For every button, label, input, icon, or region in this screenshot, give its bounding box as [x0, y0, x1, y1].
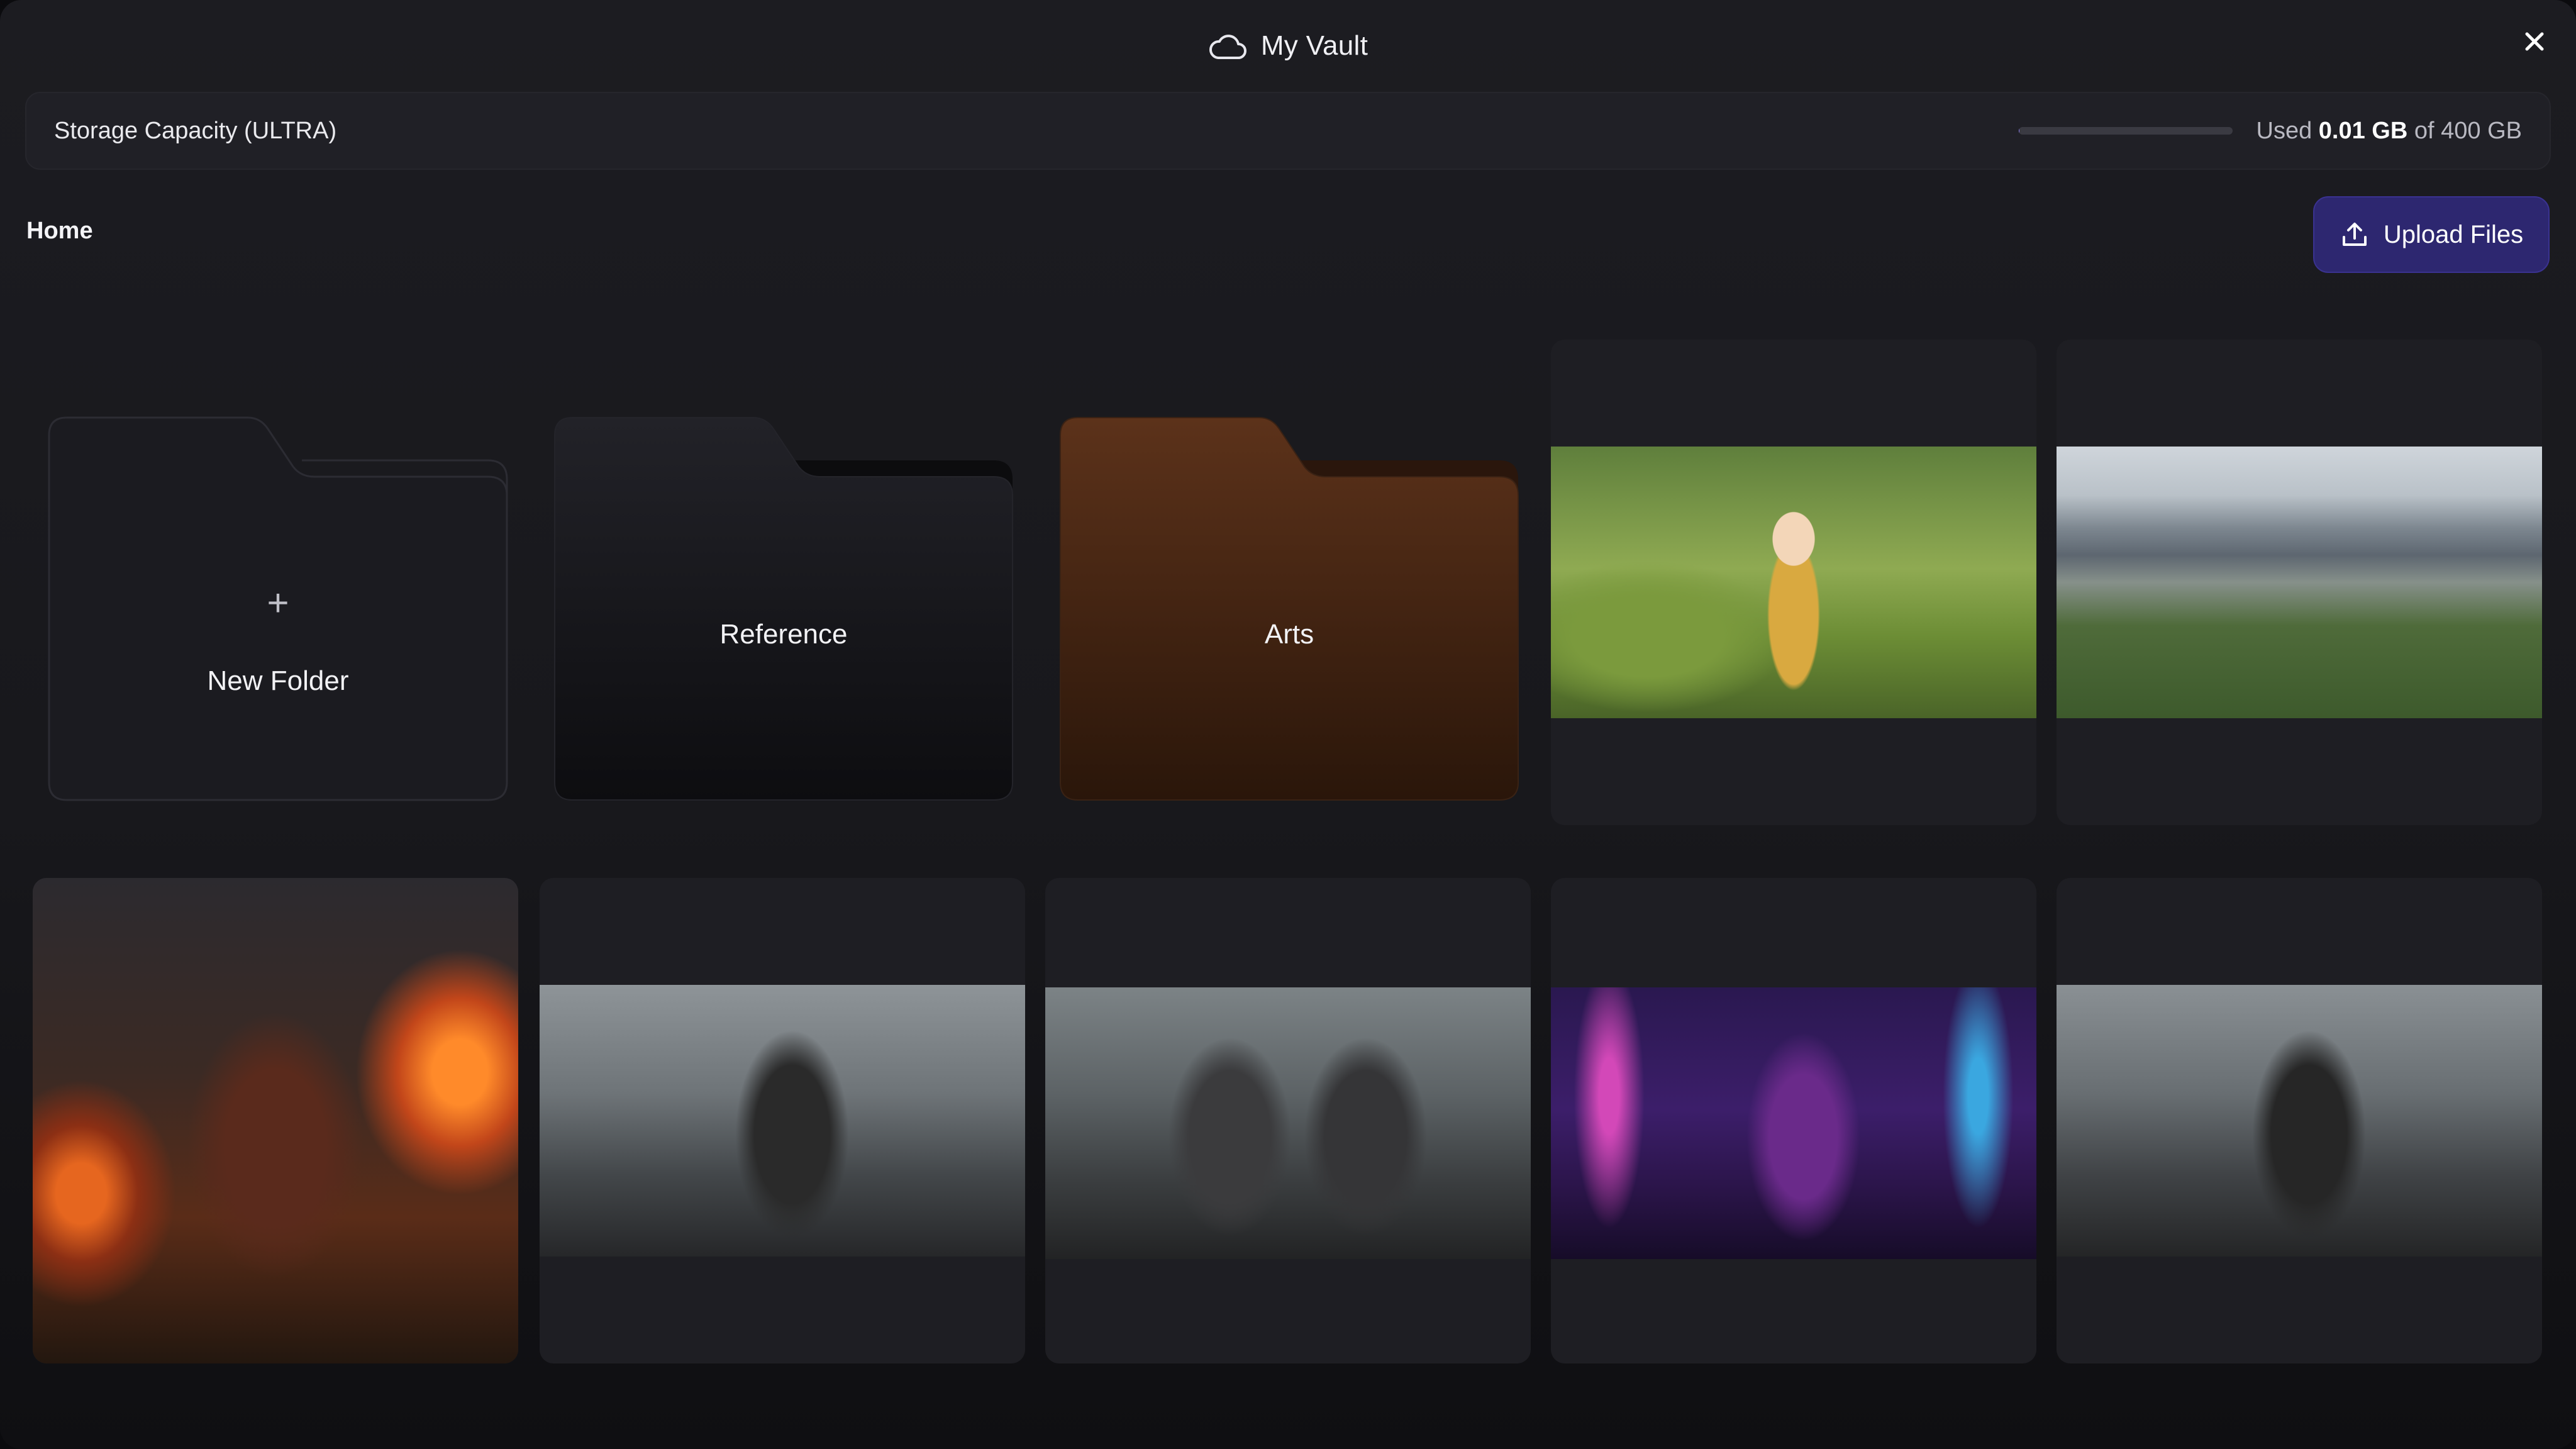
storage-usage-group: Used 0.01 GB of 400 GB	[2018, 118, 2523, 145]
image-thumbnail	[33, 878, 518, 1363]
folder-arts[interactable]: Arts	[1059, 416, 1519, 801]
storage-capacity-bar: Storage Capacity (ULTRA) Used 0.01 GB of…	[25, 92, 2551, 170]
close-icon	[2525, 32, 2544, 51]
upload-files-button[interactable]: Upload Files	[2313, 196, 2550, 273]
upload-icon	[2342, 223, 2367, 246]
folder-reference[interactable]: Reference	[553, 416, 1014, 801]
image-card-samurai-fire[interactable]	[33, 878, 518, 1363]
usage-value: 0.01 GB	[2318, 117, 2408, 144]
vault-window: My Vault Storage Capacity (ULTRA) Used 0…	[0, 0, 2576, 1449]
image-card-neon-city-woman[interactable]	[1551, 878, 2036, 1363]
new-folder-tile[interactable]: + New Folder	[48, 416, 508, 801]
folder-icon	[1060, 417, 1519, 801]
image-thumbnail	[1551, 447, 2036, 718]
window-title-group: My Vault	[0, 25, 2576, 67]
storage-usage-text: Used 0.01 GB of 400 GB	[2257, 118, 2523, 145]
plus-icon: +	[267, 582, 289, 624]
cloud-icon	[1209, 35, 1246, 59]
image-thumbnail	[2057, 985, 2542, 1257]
folder-arts-label: Arts	[1264, 619, 1314, 650]
image-thumbnail	[1045, 987, 1531, 1259]
image-card-girl-in-garden[interactable]	[1551, 340, 2036, 825]
folder-icon	[554, 417, 1013, 801]
image-card-mountain-village[interactable]	[2057, 340, 2542, 825]
title-bar: My Vault	[0, 0, 2576, 88]
image-card-knight-battlefield[interactable]	[540, 878, 1025, 1363]
breadcrumb-home[interactable]: Home	[26, 218, 93, 245]
image-thumbnail	[540, 985, 1025, 1257]
storage-progress-bar	[2018, 127, 2233, 135]
upload-files-label: Upload Files	[2383, 220, 2524, 248]
close-button[interactable]	[2517, 24, 2552, 59]
image-card-knights-fighting[interactable]	[1045, 878, 1531, 1363]
folder-reference-label: Reference	[719, 619, 848, 650]
image-card-knight-battlefield-2[interactable]	[2057, 878, 2542, 1363]
window-title: My Vault	[1260, 30, 1368, 61]
usage-suffix: of 400 GB	[2414, 117, 2522, 144]
storage-label: Storage Capacity (ULTRA)	[54, 117, 337, 144]
image-thumbnail	[2057, 447, 2542, 718]
usage-prefix: Used	[2256, 117, 2312, 144]
new-folder-label: New Folder	[207, 665, 349, 696]
image-thumbnail	[1551, 987, 2036, 1259]
storage-progress-fill	[2018, 127, 2020, 135]
